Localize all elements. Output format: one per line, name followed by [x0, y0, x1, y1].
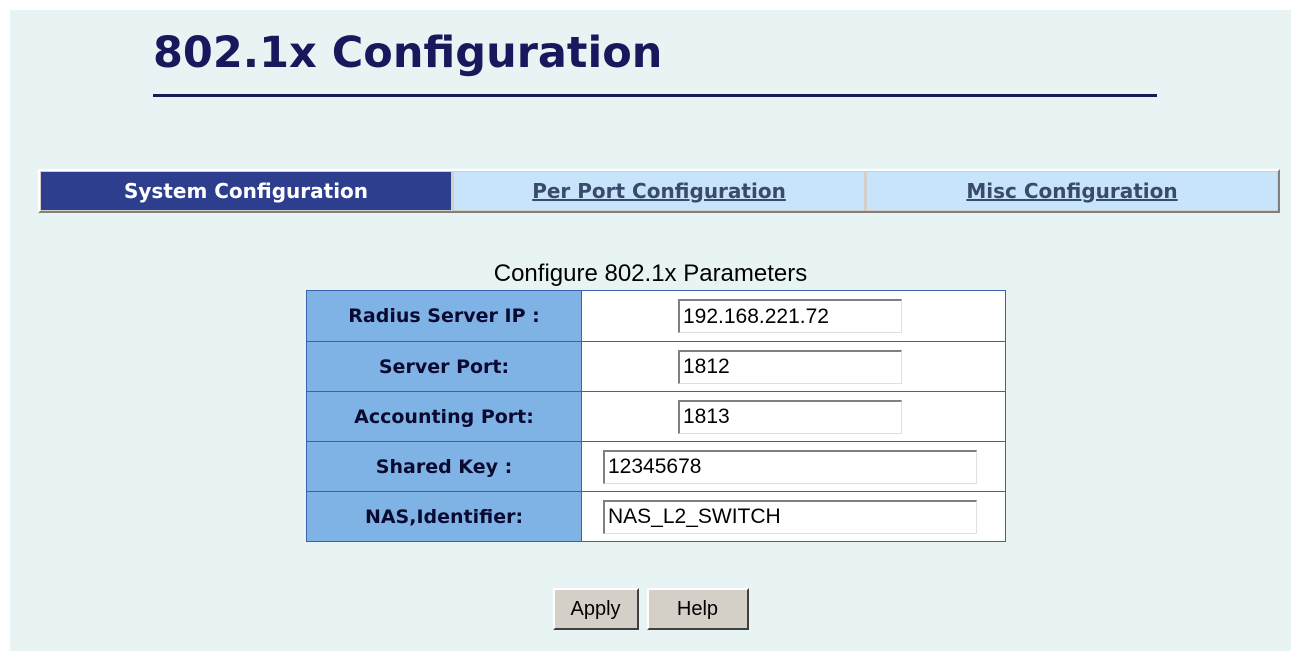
radius-server-ip-cell [582, 291, 1005, 341]
server-port-input[interactable] [678, 349, 902, 384]
accounting-port-cell [582, 391, 1005, 441]
radius-server-ip-label: Radius Server IP : [307, 291, 582, 341]
tab-misc-configuration[interactable]: Misc Configuration [867, 172, 1277, 210]
help-button[interactable]: Help [646, 588, 749, 630]
accounting-port-input[interactable] [678, 399, 902, 434]
nas-identifier-label: NAS,Identifier: [307, 491, 582, 541]
form-title: Configure 802.1x Parameters [493, 260, 808, 287]
table-row: NAS,Identifier: [307, 491, 1005, 541]
server-port-cell [582, 341, 1005, 391]
server-port-label: Server Port: [307, 341, 582, 391]
shared-key-input[interactable] [603, 449, 977, 484]
button-row: Apply Help [10, 588, 1291, 630]
parameters-table: Radius Server IP : Server Port: Accounti… [306, 290, 1006, 542]
shared-key-label: Shared Key : [307, 441, 582, 491]
tab-per-port-configuration[interactable]: Per Port Configuration [454, 172, 864, 210]
table-row: Radius Server IP : [307, 291, 1005, 341]
shared-key-cell [582, 441, 1005, 491]
nas-identifier-input[interactable] [603, 499, 977, 534]
table-row: Server Port: [307, 341, 1005, 391]
nas-identifier-cell [582, 491, 1005, 541]
accounting-port-label: Accounting Port: [307, 391, 582, 441]
radius-server-ip-input[interactable] [678, 299, 902, 333]
table-row: Accounting Port: [307, 391, 1005, 441]
tab-system-configuration[interactable]: System Configuration [41, 172, 451, 210]
page-container: 802.1x Configuration System Configuratio… [10, 10, 1291, 651]
tab-bar: System Configuration Per Port Configurat… [38, 169, 1280, 213]
apply-button[interactable]: Apply [552, 588, 639, 630]
title-divider [153, 94, 1157, 97]
page-title: 802.1x Configuration [153, 28, 663, 78]
table-row: Shared Key : [307, 441, 1005, 491]
